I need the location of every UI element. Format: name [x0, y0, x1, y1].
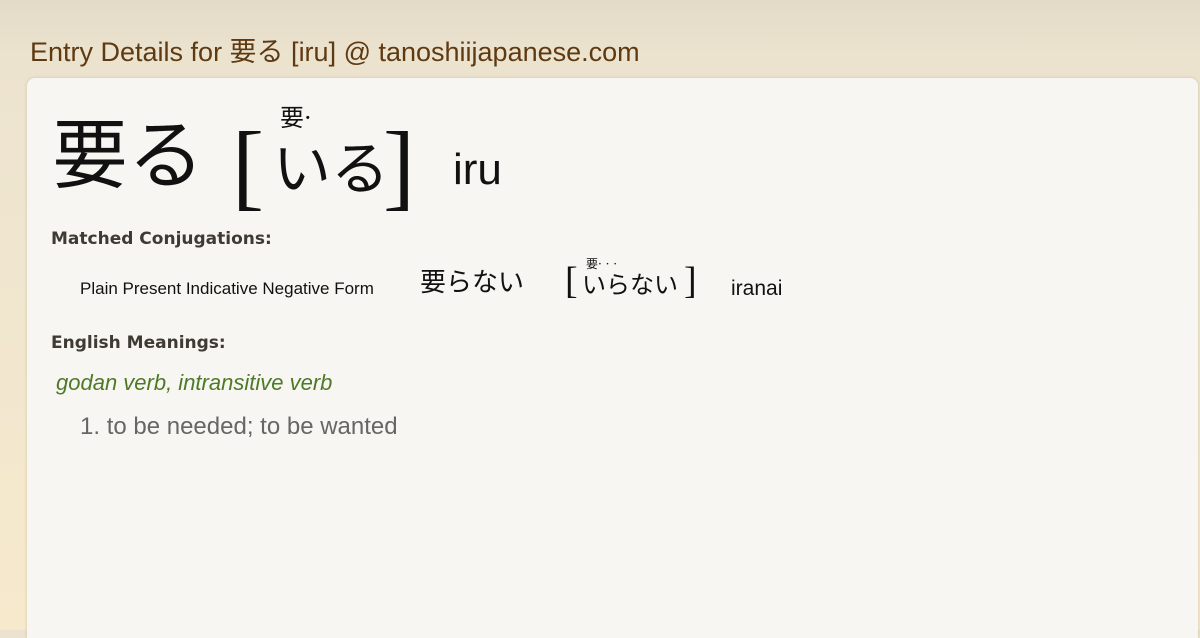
reading-bracket-open: [ — [232, 112, 264, 219]
conjugation-form-name: Plain Present Indicative Negative Form — [80, 279, 374, 298]
reading-bracket-close: ] — [383, 112, 415, 219]
headword-romaji: iru — [453, 145, 502, 194]
conjugation-bracket-close: ] — [684, 260, 697, 302]
meaning-number: 1. — [80, 413, 101, 440]
headword: 要る — [52, 111, 204, 200]
conjugations-heading: Matched Conjugations: — [51, 229, 272, 249]
headword-reading: いる — [273, 135, 390, 203]
meaning-item: 1. to be needed; to be wanted — [80, 413, 398, 441]
conjugation-romaji: iranai — [731, 277, 783, 300]
conjugation-bracket-open: [ — [565, 260, 578, 302]
meanings-heading: English Meanings: — [51, 333, 226, 353]
page-title: Entry Details for 要る [iru] @ tanoshiijap… — [30, 37, 640, 67]
conjugation-reading: いらない — [582, 271, 678, 299]
conjugation-word: 要らない — [420, 268, 525, 298]
headword-furigana: 要· — [280, 104, 312, 132]
conjugation-furigana: 要· · · — [586, 257, 618, 271]
part-of-speech: godan verb, intransitive verb — [56, 370, 333, 395]
meaning-list: 1. to be needed; to be wanted — [80, 413, 398, 441]
meaning-text: to be needed; to be wanted — [106, 413, 398, 440]
